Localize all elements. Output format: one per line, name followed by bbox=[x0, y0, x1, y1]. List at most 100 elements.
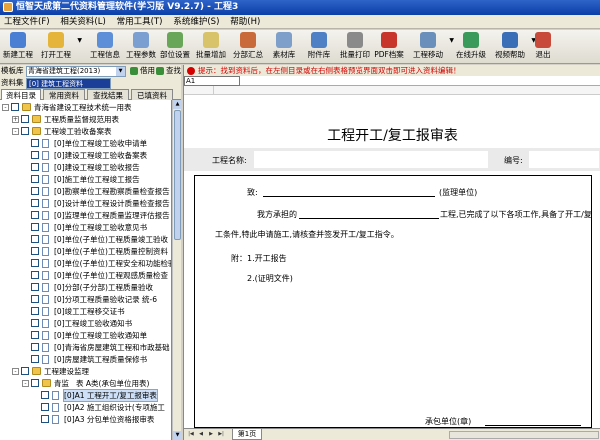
next-sheet-icon[interactable]: ▶ bbox=[207, 430, 215, 439]
tab-catalog[interactable]: 资料目录 bbox=[1, 89, 41, 100]
tree-item[interactable]: [0]建设工程竣工验收备案表 bbox=[0, 150, 171, 161]
search-button[interactable]: 查找 bbox=[156, 65, 181, 77]
template-select[interactable]: 青海省建筑工程(2013) ▼ bbox=[26, 66, 126, 77]
tree-folder[interactable]: - 青海省建设工程技术统一用表 bbox=[0, 102, 171, 113]
tree-checkbox[interactable] bbox=[31, 259, 39, 267]
tree-item[interactable]: [0]单位工程竣工验收意见书 bbox=[0, 222, 171, 233]
tab-common[interactable]: 常用资料 bbox=[43, 89, 85, 100]
menu-related[interactable]: 相关资料(L) bbox=[56, 15, 109, 29]
sheet-tab-page-1[interactable]: 第1页 bbox=[232, 429, 262, 440]
tree-checkbox[interactable] bbox=[31, 175, 39, 183]
tree-item[interactable]: [0]单位(子单位)工程安全和功能检验 bbox=[0, 258, 171, 269]
tree-checkbox[interactable] bbox=[31, 379, 39, 387]
menu-file[interactable]: 工程文件(F) bbox=[0, 15, 54, 29]
toolbar-button-7[interactable]: 素材库 bbox=[268, 32, 300, 62]
tree-item[interactable]: [0]工程竣工验收通知书 bbox=[0, 318, 171, 329]
collapse-icon[interactable]: - bbox=[12, 368, 19, 375]
menu-tools[interactable]: 常用工具(T) bbox=[113, 15, 167, 29]
tree-item[interactable]: [0]竣工工程移交证书 bbox=[0, 306, 171, 317]
tree-checkbox[interactable] bbox=[31, 295, 39, 303]
toolbar-button-14[interactable]: 退出 bbox=[530, 32, 556, 62]
tree-checkbox[interactable] bbox=[41, 415, 49, 423]
tree-folder[interactable]: - 工程竣工验收备案表 bbox=[0, 126, 171, 137]
supervision-unit-field[interactable] bbox=[263, 187, 435, 197]
tree-checkbox[interactable] bbox=[31, 139, 39, 147]
tree-item[interactable]: [0]监理单位工程质量监理评估报告 bbox=[0, 210, 171, 221]
tree-item[interactable]: [0]分项工程质量验收记录 统-6 bbox=[0, 294, 171, 305]
toolbar-button-1[interactable]: 打开工程 ▼ bbox=[36, 32, 82, 62]
tree-checkbox[interactable] bbox=[11, 103, 19, 111]
toolbar-button-10[interactable]: PDF档案 bbox=[372, 32, 406, 62]
tree-checkbox[interactable] bbox=[31, 271, 39, 279]
tree-item[interactable]: [0]A2 施工组织设计(专项施工 bbox=[0, 402, 171, 413]
chevron-down-icon[interactable]: ▼ bbox=[77, 37, 82, 44]
tree-item[interactable]: [0]单位(子单位)工程质量控制资料 bbox=[0, 246, 171, 257]
tree-checkbox[interactable] bbox=[31, 331, 39, 339]
project-name-field[interactable] bbox=[254, 151, 488, 168]
tree-item[interactable]: [0]A1 工程开工/复工报审表 bbox=[0, 389, 171, 402]
tree-checkbox[interactable] bbox=[31, 319, 39, 327]
tree-checkbox[interactable] bbox=[41, 403, 49, 411]
toolbar-button-12[interactable]: 在线升级 bbox=[454, 32, 488, 62]
tree-checkbox[interactable] bbox=[31, 355, 39, 363]
tree-checkbox[interactable] bbox=[21, 127, 29, 135]
scroll-down-icon[interactable]: ▼ bbox=[173, 431, 182, 440]
tree-folder[interactable]: - 工程建设监理 bbox=[0, 366, 171, 377]
tree-item[interactable]: [0]单位工程竣工验收通知单 bbox=[0, 330, 171, 341]
scroll-up-icon[interactable]: ▲ bbox=[173, 100, 182, 109]
toolbar-button-5[interactable]: 批量增加 bbox=[194, 32, 228, 62]
tree-checkbox[interactable] bbox=[21, 115, 29, 123]
tree-scrollbar[interactable]: ▲ ▼ bbox=[172, 100, 182, 440]
tree-checkbox[interactable] bbox=[31, 283, 39, 291]
tree-item[interactable]: [0]房屋建筑工程质量保修书 bbox=[0, 354, 171, 365]
tree-checkbox[interactable] bbox=[31, 343, 39, 351]
tree-item[interactable]: [0]A3 分包单位资格报审表 bbox=[0, 414, 171, 425]
tree-checkbox[interactable] bbox=[31, 247, 39, 255]
tree-checkbox[interactable] bbox=[31, 199, 39, 207]
tree-checkbox[interactable] bbox=[31, 307, 39, 315]
tree-folder[interactable]: + 工程质量监督规范用表 bbox=[0, 114, 171, 125]
scroll-thumb[interactable] bbox=[174, 110, 181, 240]
materials-select[interactable]: [0] 建筑工程资料 bbox=[26, 78, 111, 89]
toolbar-button-4[interactable]: 部位设置 bbox=[158, 32, 192, 62]
tree-item[interactable]: [0]单位工程竣工验收申请单 bbox=[0, 138, 171, 149]
borrow-button[interactable]: 借用 bbox=[130, 65, 155, 77]
last-sheet-icon[interactable]: ▶| bbox=[217, 430, 225, 439]
tab-filled[interactable]: 已填资料 bbox=[131, 89, 173, 100]
tree-checkbox[interactable] bbox=[31, 163, 39, 171]
tree-checkbox[interactable] bbox=[31, 187, 39, 195]
tree-checkbox[interactable] bbox=[31, 211, 39, 219]
tree-checkbox[interactable] bbox=[31, 223, 39, 231]
prev-sheet-icon[interactable]: ◀ bbox=[197, 430, 205, 439]
toolbar-button-2[interactable]: 工程信息 bbox=[88, 32, 122, 62]
tree-item[interactable]: [0]单位(子单位)工程质量竣工验收 bbox=[0, 234, 171, 245]
collapse-icon[interactable]: - bbox=[2, 104, 9, 111]
tree-checkbox[interactable] bbox=[31, 235, 39, 243]
catalog-tree[interactable]: - 青海省建设工程技术统一用表 + 工程质量监督规范用表 - 工程竣工验收备案表 [0]单位… bbox=[0, 100, 172, 440]
spreadsheet-document[interactable]: 工程开工/复工报审表 工程名称: 编号: 致: (监理单位) 我方承担的 工程,… bbox=[184, 95, 600, 428]
tree-checkbox[interactable] bbox=[31, 151, 39, 159]
tree-checkbox[interactable] bbox=[41, 391, 49, 399]
toolbar-button-0[interactable]: 新建工程 bbox=[2, 32, 34, 62]
contractor-field[interactable] bbox=[485, 416, 581, 426]
tree-item[interactable]: [0]设计单位工程设计质量检查报告 bbox=[0, 198, 171, 209]
project-undertaken-field[interactable] bbox=[299, 209, 439, 219]
tree-item[interactable]: [0]青海省房屋建筑工程和市政基础 bbox=[0, 342, 171, 353]
collapse-icon[interactable]: - bbox=[12, 128, 19, 135]
first-sheet-icon[interactable]: |◀ bbox=[187, 430, 195, 439]
cell-reference-box[interactable]: A1 bbox=[184, 76, 240, 86]
toolbar-button-13[interactable]: 视频帮助 ▼ bbox=[490, 32, 536, 62]
menu-help[interactable]: 帮助(H) bbox=[226, 15, 264, 29]
horizontal-scrollbar[interactable] bbox=[449, 431, 599, 439]
number-field[interactable] bbox=[529, 151, 599, 168]
toolbar-button-3[interactable]: 工程参数 bbox=[124, 32, 158, 62]
toolbar-button-11[interactable]: 工程移动 ▼ bbox=[408, 32, 454, 62]
tree-item[interactable]: [0]分部(子分部)工程质量验收 bbox=[0, 282, 171, 293]
tree-folder[interactable]: - 青监表 A类(承包单位用表) bbox=[0, 378, 171, 389]
tab-search-results[interactable]: 查找结果 bbox=[87, 89, 129, 100]
collapse-icon[interactable]: - bbox=[22, 380, 29, 387]
expand-icon[interactable]: + bbox=[12, 116, 19, 123]
toolbar-button-6[interactable]: 分部汇总 bbox=[230, 32, 266, 62]
tree-item[interactable]: [0]建设工程竣工验收报告 bbox=[0, 162, 171, 173]
toolbar-button-8[interactable]: 附件库 bbox=[302, 32, 336, 62]
